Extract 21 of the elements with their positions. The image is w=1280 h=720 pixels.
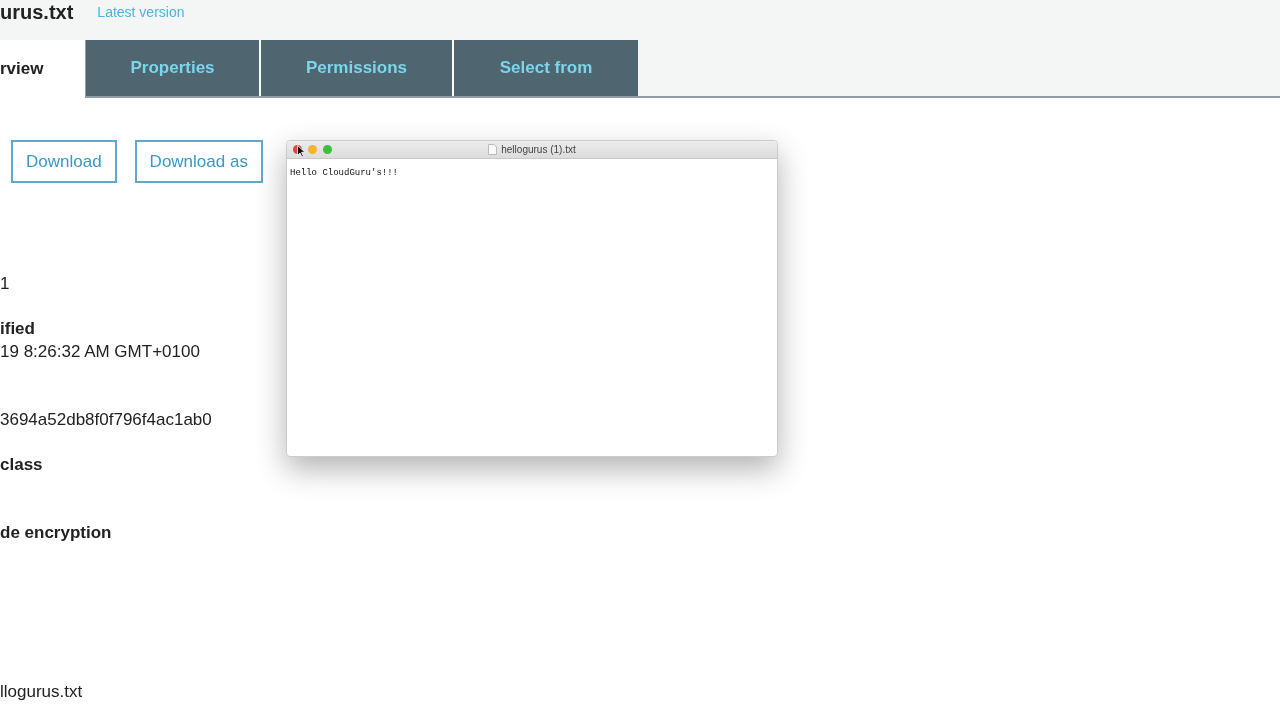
document-text: Hello CloudGuru's!!!: [290, 168, 399, 178]
mouse-pointer-icon: [297, 145, 306, 158]
minimize-icon[interactable]: [308, 145, 317, 154]
field-label: de encryption: [0, 523, 112, 542]
field-label: class: [0, 455, 43, 474]
tab[interactable]: Permissions: [261, 40, 454, 96]
latest-version-link[interactable]: Latest version: [97, 4, 185, 20]
download-button[interactable]: Download: [11, 140, 117, 183]
document-icon: [488, 144, 498, 155]
download-button[interactable]: Download as: [134, 140, 263, 183]
field-value: 19 8:26:32 AM GMT+0100: [0, 341, 201, 363]
tab[interactable]: rview: [0, 40, 86, 98]
field-value: llogurus.txt: [0, 681, 84, 703]
maximize-icon[interactable]: [323, 145, 332, 154]
window-title: hellogurus (1).txt: [501, 144, 576, 155]
tab[interactable]: Select from: [454, 40, 638, 96]
field-label: ified: [0, 319, 35, 338]
field-value: 3694a52db8f0f796f4ac1ab0: [0, 409, 213, 431]
file-title: urus.txt: [0, 2, 74, 22]
tab[interactable]: Properties: [86, 40, 261, 96]
field-value: 1: [0, 273, 11, 295]
